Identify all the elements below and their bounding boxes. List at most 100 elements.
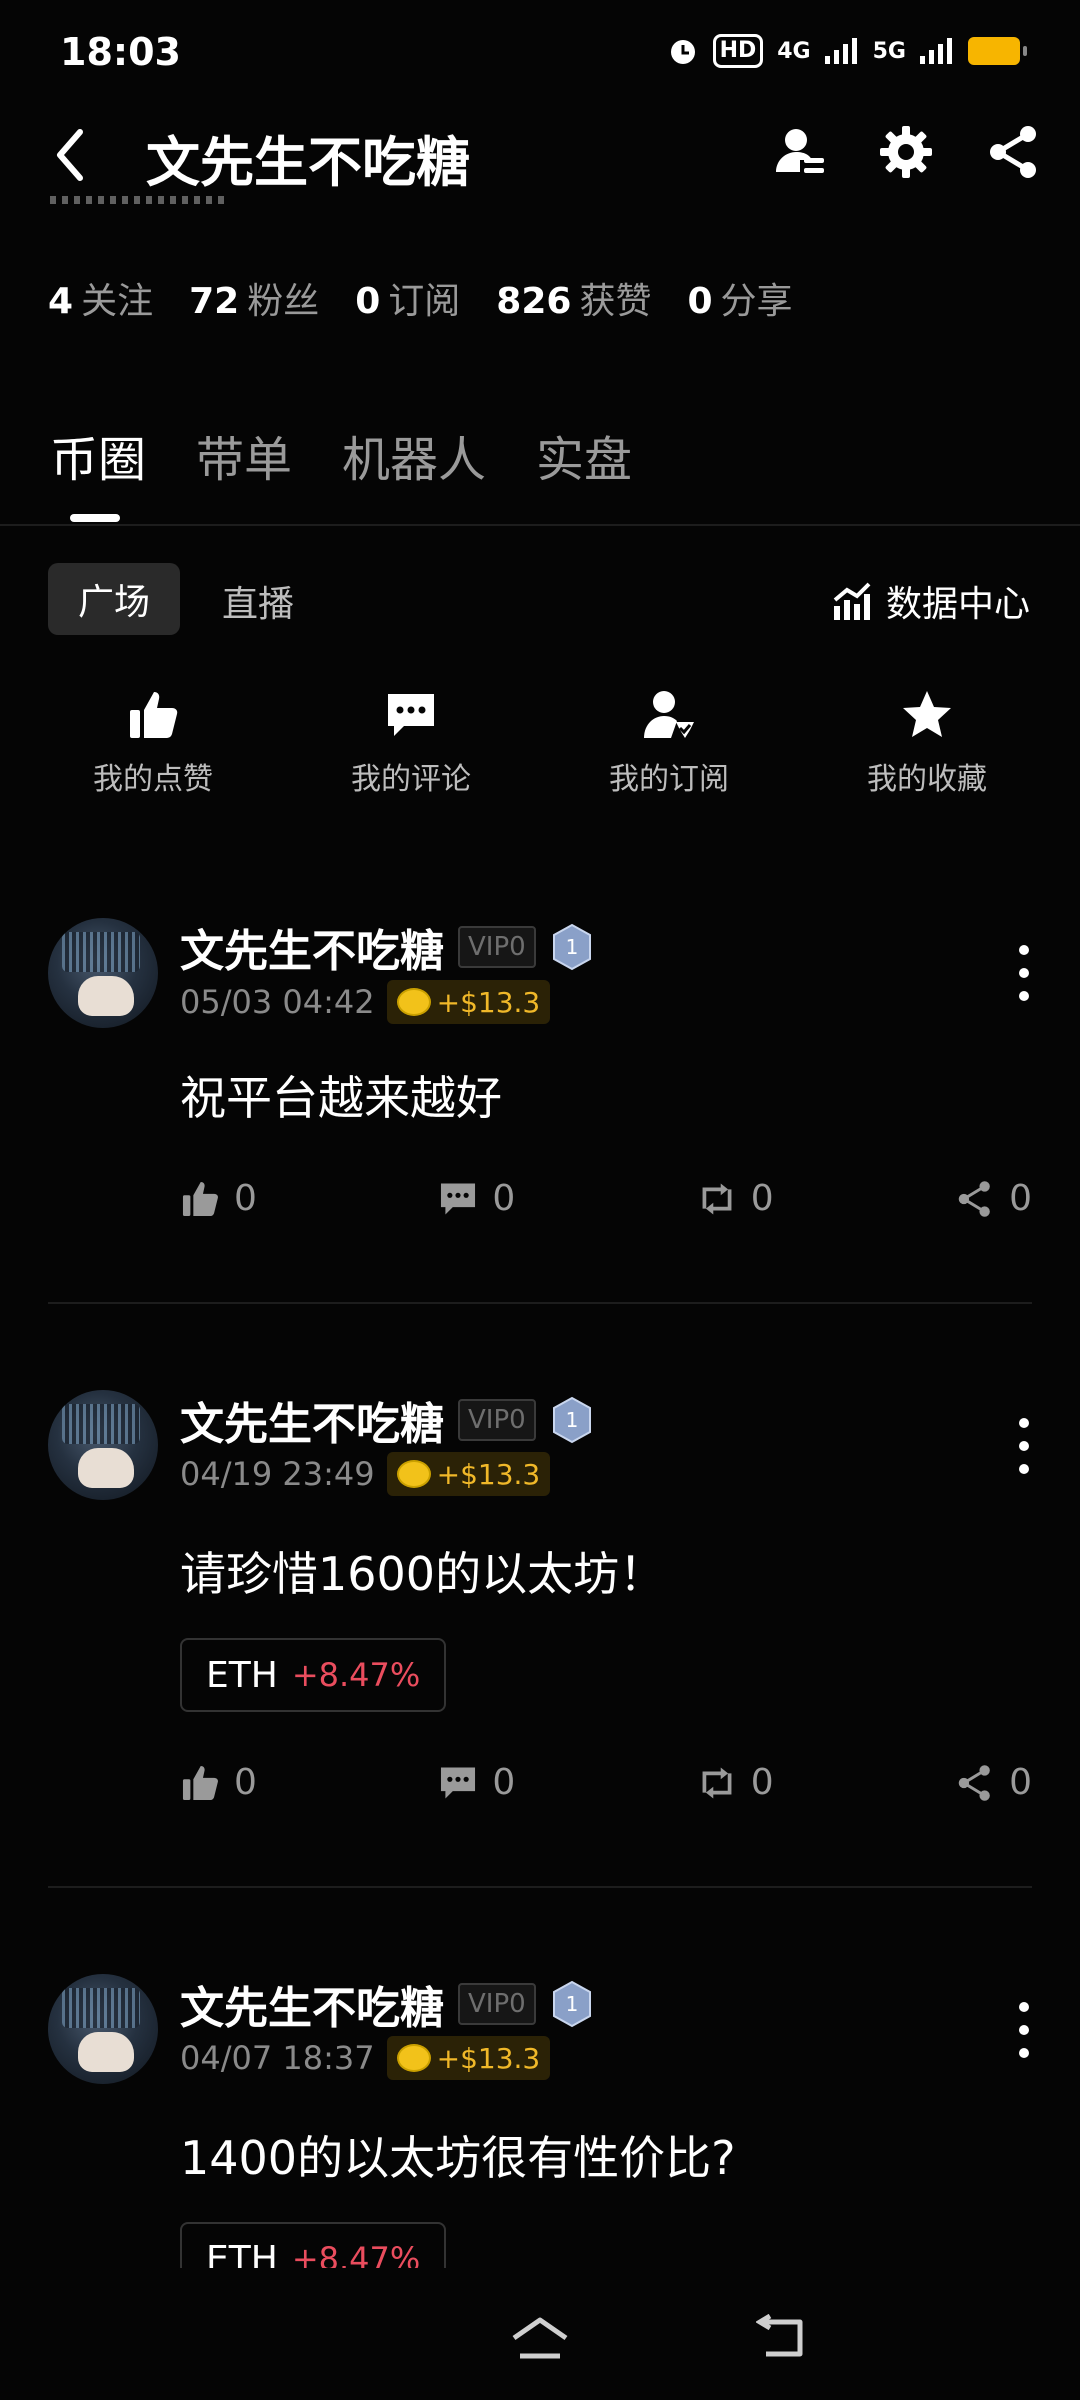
my-comments-label: 我的评论 [351,762,471,797]
back-arrow-icon[interactable] [50,120,90,190]
more-options-icon[interactable] [1016,1418,1032,1474]
tab-bots[interactable]: 机器人 [342,420,486,490]
post-author-name[interactable]: 文先生不吃糖 [180,1972,444,2036]
svg-text:1: 1 [565,935,578,959]
coin-change: +8.47% [291,1656,421,1694]
share-button[interactable]: 0 [955,1762,1032,1803]
repost-button[interactable]: 0 [697,1762,774,1803]
my-likes-button[interactable]: 我的点赞 [53,688,253,798]
svg-text:1: 1 [565,1992,578,2016]
reward-badge: +$13.3 [386,2036,551,2080]
stat-likes: 826 获赞 [496,281,652,322]
post-text: 请珍惜1600的以太坊！ [180,1547,666,1601]
reward-badge: +$13.3 [386,1452,551,1496]
home-icon[interactable] [510,2316,570,2362]
my-favorites-label: 我的收藏 [867,762,987,797]
subtab-plaza[interactable]: 广场 [48,563,180,635]
tab-live-trading[interactable]: 实盘 [536,420,632,490]
post-date: 04/07 18:37 [180,2039,375,2077]
truncated-bio-text [50,196,230,222]
like-button[interactable]: 0 [180,1178,257,1219]
status-icons: HD 4G 5G [667,34,1027,68]
post-divider [48,1886,1032,1888]
tab-copy-trading[interactable]: 带单 [196,420,292,490]
network-5g: 5G [872,38,906,64]
network-4g: 4G [777,38,811,64]
like-button[interactable]: 0 [180,1762,257,1803]
back-nav-icon[interactable] [756,2314,808,2360]
my-favorites-button[interactable]: 我的收藏 [827,688,1027,798]
svg-text:1: 1 [565,1408,578,1432]
level-badge-icon: 1 [552,1396,591,1444]
more-options-icon[interactable] [1016,2002,1032,2058]
repost-icon [702,1182,732,1215]
share-icon [958,1180,990,1217]
post-meta-row: 04/19 23:49 +$13.3 [180,1452,551,1496]
stat-subscriptions[interactable]: 0 订阅 [355,272,460,324]
thumbs-up-icon [182,1181,218,1216]
avatar[interactable] [48,918,158,1028]
status-time: 18:03 [60,30,181,74]
data-center-label: 数据中心 [885,584,1030,625]
alarm-icon [670,40,695,64]
coin-symbol: ETH [206,1654,278,1696]
level-badge-icon: 1 [552,923,591,971]
post-author-name[interactable]: 文先生不吃糖 [180,1388,444,1452]
share-icon [958,1764,990,1801]
comment-button[interactable]: 0 [438,1762,515,1803]
share-button[interactable]: 0 [955,1178,1032,1219]
reward-badge: +$13.3 [386,980,551,1024]
page-title: 文先生不吃糖 [146,131,470,194]
post-meta-row: 05/03 04:42 +$13.3 [180,980,551,1024]
post-date: 04/19 23:49 [180,1455,375,1493]
vip-badge: VIP0 [458,926,536,968]
coin-tag[interactable]: ETH +8.47% [180,1638,447,1712]
comment-icon [388,694,434,736]
main-tabs: 币圈 带单 机器人 实盘 [50,420,632,490]
post-text: 1400的以太坊很有性价比? [180,2131,736,2185]
chart-icon [833,582,871,620]
level-badge-icon: 1 [552,1980,591,2028]
hd-badge: HD [712,34,764,68]
post-meta-row: 04/07 18:37 +$13.3 [180,2036,551,2080]
my-subscriptions-button[interactable]: 我的订阅 [569,688,769,798]
tab-coin-circle[interactable]: 币圈 [50,420,146,490]
comment-icon [441,1182,476,1215]
post-divider [48,1302,1032,1304]
share-icon[interactable] [984,122,1044,182]
data-center-link[interactable]: 数据中心 [832,575,1030,627]
post-author-row: 文先生不吃糖 VIP0 1 [180,1388,594,1452]
tabs-divider [0,524,1080,526]
stat-following[interactable]: 4 关注 [48,272,153,324]
post-date: 05/03 04:42 [180,983,375,1021]
post-action-bar: 0 0 0 0 [180,1178,1032,1219]
my-subscriptions-label: 我的订阅 [609,762,729,797]
user-check-icon [644,691,694,738]
post-author-row: 文先生不吃糖 VIP0 1 [180,1972,594,2036]
battery-icon [968,37,1027,65]
repost-button[interactable]: 0 [697,1178,774,1219]
comment-icon [441,1766,476,1799]
stat-shares: 0 分享 [687,281,793,322]
profile-stats: 4 关注 72 粉丝 0 订阅 826 获赞 0 分享 [48,272,793,324]
post-author-row: 文先生不吃糖 VIP0 1 [180,915,594,979]
comment-button[interactable]: 0 [438,1178,515,1219]
post-action-bar: 0 0 0 0 [180,1762,1032,1803]
subtab-live[interactable]: 直播 [222,575,294,627]
my-comments-button[interactable]: 我的评论 [311,688,511,798]
coin-icon [396,2044,431,2072]
signal-icon [824,38,857,64]
vip-badge: VIP0 [458,1399,536,1441]
coin-icon [396,988,431,1016]
avatar[interactable] [48,1974,158,2084]
stat-followers[interactable]: 72 粉丝 [189,272,319,324]
thumbs-up-icon [130,692,178,738]
repost-icon [702,1766,732,1799]
avatar[interactable] [48,1390,158,1500]
gear-icon[interactable] [876,122,936,182]
post-author-name[interactable]: 文先生不吃糖 [180,915,444,979]
coin-icon [396,1460,431,1488]
tab-active-indicator [70,514,120,522]
user-manage-icon[interactable] [770,122,830,182]
more-options-icon[interactable] [1016,945,1032,1001]
